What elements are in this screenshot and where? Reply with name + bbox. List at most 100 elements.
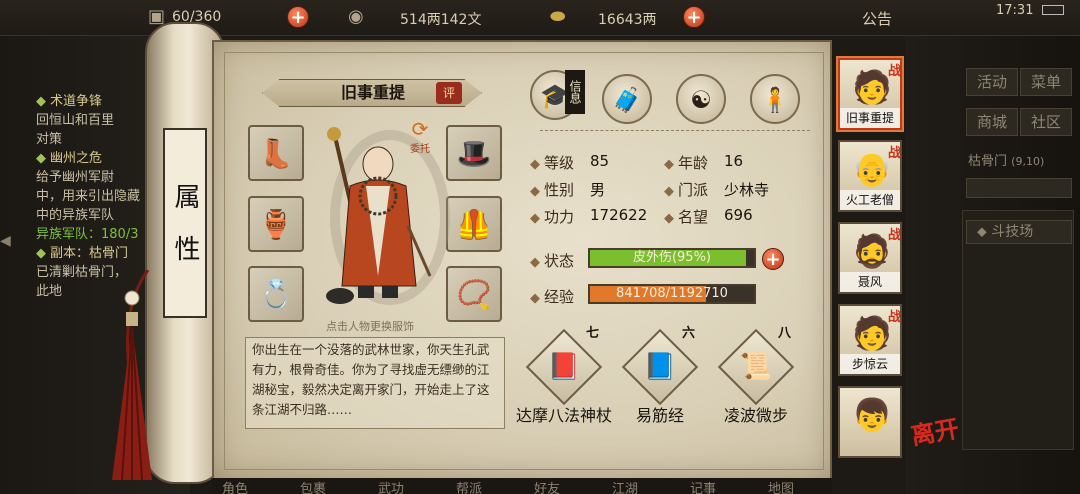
diamond-icon: ◆ — [530, 184, 540, 199]
arena-label: 斗技场 — [991, 224, 1034, 240]
equip-slot-ring[interactable]: 💍 — [248, 266, 304, 322]
right-subpanel — [962, 210, 1074, 450]
quest-line: 回恒山和百里 — [36, 113, 115, 128]
equip-slot-hat[interactable]: 🎩 — [446, 125, 502, 181]
quest-line: 异族军队：180/3 — [36, 227, 139, 242]
skill-name: 达摩八法神杖 — [515, 406, 612, 425]
exp-label: ◆ 经验 — [530, 286, 574, 307]
quest-line: 中的异族军队 — [36, 208, 115, 223]
label-text: 等级 — [544, 154, 575, 172]
label-text: 状态 — [544, 252, 575, 270]
status-label: ◆ 状态 — [530, 250, 574, 271]
divider — [540, 130, 810, 131]
diamond-icon: ◆ — [664, 211, 674, 226]
party-member-name: 旧事重提 — [840, 108, 900, 128]
nav-map[interactable]: 地图 — [768, 478, 794, 494]
nav-skills[interactable]: 武功 — [378, 478, 404, 494]
stat-power-label: ◆ 功力 — [530, 206, 574, 227]
tab-body[interactable]: 🧍 — [750, 74, 800, 124]
label-text: 年龄 — [678, 154, 709, 172]
equip-slot-boots[interactable]: 👢 — [248, 125, 304, 181]
hat-icon: 🎩 — [456, 136, 492, 170]
ring-icon: 💍 — [258, 277, 294, 311]
location-label: 枯骨门 (9,10) — [968, 150, 1044, 169]
prayer-beads-icon: 📿 — [456, 277, 492, 311]
equip-slot-amulet[interactable]: 🏺 — [248, 196, 304, 252]
battle-tag: 战 — [888, 310, 902, 325]
tab-inventory[interactable]: 🧳 — [602, 74, 652, 124]
nav-world[interactable]: 江湖 — [612, 478, 638, 494]
book-blue-icon[interactable]: 📘 — [633, 340, 687, 394]
stat-fame: 696 — [724, 206, 753, 224]
exp-bar: 841708/1192710 — [588, 284, 756, 304]
stat-level-label: ◆ 等级 — [530, 152, 574, 173]
stat-age: 16 — [724, 152, 744, 170]
gold-amount: 16643两 — [598, 12, 657, 28]
quest-item[interactable]: ◆ 术道争锋 回恒山和百里 对策 — [36, 92, 140, 149]
nav-bag[interactable]: 包裹 — [300, 478, 326, 494]
stat-gender: 男 — [590, 181, 606, 199]
diamond-icon: ◆ — [36, 246, 46, 261]
nav-journal[interactable]: 记事 — [690, 478, 716, 494]
diamond-icon: ◆ — [530, 255, 540, 270]
add-gold-button[interactable]: + — [683, 6, 705, 28]
label-text: 性别 — [544, 181, 575, 199]
diamond-icon: ◆ — [664, 157, 674, 172]
event-button[interactable]: 活动 — [966, 68, 1018, 96]
party-member-name: 聂风 — [840, 272, 900, 292]
party-member-name: 火工老僧 — [840, 190, 900, 210]
silver-coin-icon: ◉ — [348, 6, 364, 27]
diamond-icon: ◆ — [530, 157, 540, 172]
quest-title: 幽州之危 — [50, 151, 103, 166]
notice-button[interactable]: 公告 — [862, 8, 892, 29]
nav-friends[interactable]: 好友 — [534, 478, 560, 494]
quest-line: 中，用来引出隐藏 — [36, 189, 141, 204]
diamond-icon: ◆ — [36, 151, 46, 166]
community-button[interactable]: 社区 — [1020, 108, 1072, 136]
character-bio: 你出生在一个没落的武林世家，你天生孔武有力，根骨奇佳。你为了寻找虚无缥缈的江湖秘… — [245, 337, 505, 429]
quest-item[interactable]: ◆ 幽州之危 给予幽州军尉 中，用来引出隐藏 中的异族军队 异族军队：180/3 — [36, 149, 140, 244]
tab-internal-arts[interactable]: ☯ — [676, 74, 726, 124]
quest-title: 副本：枯骨门 — [50, 246, 129, 261]
status-text: 皮外伤(95%) — [632, 250, 712, 265]
character-name[interactable]: 旧事重提 — [318, 81, 428, 105]
equip-slot-beads[interactable]: 📿 — [446, 266, 502, 322]
location-coords: (9,10) — [1011, 155, 1045, 168]
shop-button[interactable]: 商城 — [966, 108, 1018, 136]
diamond-icon: ◆ — [36, 94, 46, 109]
quest-line: 对策 — [36, 132, 63, 147]
skill-rank: 七 — [586, 326, 600, 341]
location-name: 枯骨门 — [968, 154, 1008, 169]
delegate-label: 委托 — [410, 144, 430, 155]
scroll-green-icon[interactable]: 📜 — [729, 340, 783, 394]
party-member[interactable]: 👦 — [838, 386, 902, 458]
rate-button[interactable]: 评 — [436, 82, 462, 104]
collapse-arrow-icon[interactable]: ◀ — [0, 233, 14, 263]
nav-role[interactable]: 角色 — [222, 478, 248, 494]
add-capacity-button[interactable]: + — [287, 6, 309, 28]
yinyang-icon: ☯ — [690, 86, 712, 114]
label-text: 门派 — [678, 181, 709, 199]
arena-icon: ⬥ — [977, 224, 987, 240]
leave-button[interactable]: 离开 — [908, 408, 968, 468]
battle-tag: 战 — [888, 228, 902, 243]
nav-guild[interactable]: 帮派 — [456, 478, 482, 494]
heal-button[interactable]: + — [762, 248, 784, 270]
stat-sect-label: ◆ 门派 — [664, 179, 708, 200]
book-staff-icon[interactable]: 📕 — [537, 340, 591, 394]
minimap-strip[interactable] — [966, 178, 1072, 198]
arena-button[interactable]: ⬥ 斗技场 — [966, 220, 1072, 244]
delegate-button[interactable]: ⟳ 委托 — [404, 118, 436, 156]
gold-ingot-icon: ⬬ — [550, 6, 566, 27]
skill-name: 凌波微步 — [723, 406, 788, 425]
menu-button[interactable]: 菜单 — [1020, 68, 1072, 96]
diamond-icon: ◆ — [664, 184, 674, 199]
diamond-icon: ◆ — [530, 211, 540, 226]
equip-slot-armor[interactable]: 🦺 — [446, 196, 502, 252]
label-text: 经验 — [544, 288, 575, 306]
scroll-title: 属性 — [163, 128, 207, 318]
stat-sect: 少林寺 — [724, 181, 770, 199]
battle-tag: 战 — [888, 64, 902, 79]
exp-text: 841708/1192710 — [616, 286, 728, 301]
body-icon: 🧍 — [760, 86, 790, 114]
